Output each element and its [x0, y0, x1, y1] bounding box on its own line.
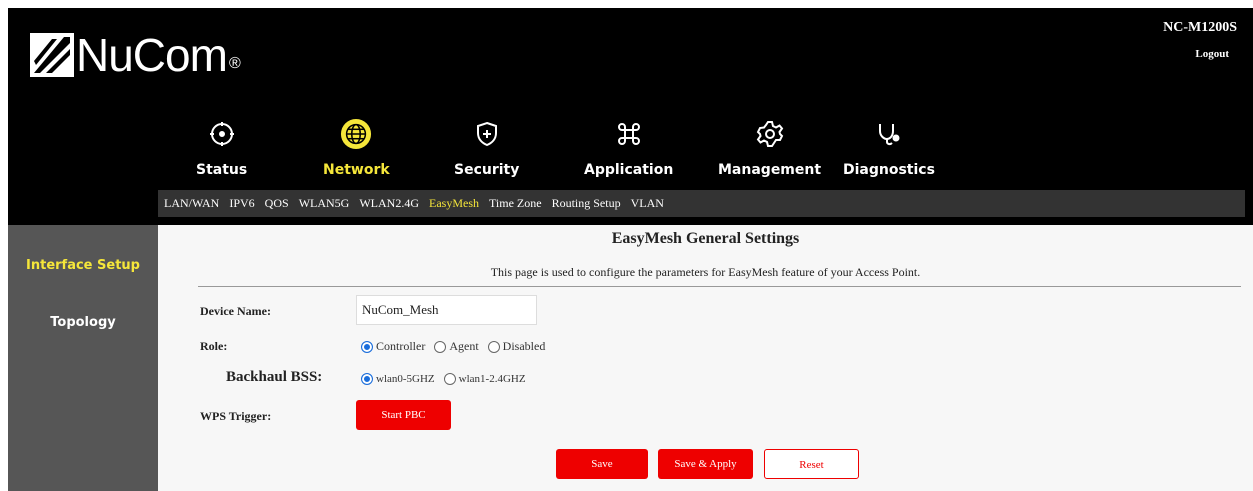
- role-disabled-radio[interactable]: Disabled: [487, 339, 546, 354]
- role-label: Role:: [200, 339, 228, 353]
- nav-status[interactable]: Status: [196, 118, 247, 178]
- header: NuCom ® NC-M1200S Logout Status Network …: [8, 8, 1253, 225]
- role-controller-label: Controller: [376, 339, 426, 353]
- radio-unchecked-icon: [487, 340, 500, 353]
- subnav-vlan[interactable]: VLAN: [631, 196, 664, 211]
- nav-security[interactable]: Security: [454, 118, 519, 178]
- device-name-label: Device Name:: [200, 304, 271, 318]
- divider: [198, 286, 1241, 287]
- shield-plus-icon: [471, 118, 503, 150]
- save-button[interactable]: Save: [556, 449, 648, 479]
- nav-application[interactable]: Application: [584, 118, 673, 178]
- save-apply-button[interactable]: Save & Apply: [658, 449, 753, 479]
- wps-trigger-label: WPS Trigger:: [200, 409, 272, 423]
- reset-button[interactable]: Reset: [764, 449, 859, 479]
- radio-checked-icon: [361, 373, 373, 385]
- logo-mark-icon: [30, 33, 74, 77]
- backhaul-radio-group: wlan0-5GHZ wlan1-2.4GHZ: [361, 373, 535, 385]
- device-name-input[interactable]: [356, 295, 537, 325]
- subnav-lan-wan[interactable]: LAN/WAN: [164, 196, 219, 211]
- role-controller-radio[interactable]: Controller: [361, 339, 425, 354]
- globe-icon: [340, 118, 372, 150]
- nav-network[interactable]: Network: [323, 118, 390, 178]
- subnav-routing-setup[interactable]: Routing Setup: [552, 196, 621, 211]
- gear-icon: [754, 118, 786, 150]
- registered-mark: ®: [228, 55, 241, 72]
- sub-nav: LAN/WAN IPV6 QOS WLAN5G WLAN2.4G EasyMes…: [158, 190, 1245, 217]
- sidebar-item-interface-setup[interactable]: Interface Setup: [8, 258, 158, 273]
- role-agent-radio[interactable]: Agent: [434, 339, 479, 354]
- sidebar: Interface Setup Topology: [8, 225, 158, 491]
- backhaul-wlan1-radio[interactable]: wlan1-2.4GHZ: [443, 373, 526, 385]
- start-pbc-button[interactable]: Start PBC: [356, 400, 451, 430]
- role-agent-label: Agent: [449, 339, 479, 353]
- nav-management[interactable]: Management: [718, 118, 821, 178]
- nav-security-label: Security: [454, 162, 520, 178]
- nucom-logo: NuCom ®: [30, 29, 241, 81]
- page-description: This page is used to configure the param…: [490, 265, 921, 279]
- nav-diagnostics-label: Diagnostics: [843, 162, 935, 178]
- backhaul-wlan0-radio[interactable]: wlan0-5GHZ: [361, 373, 435, 385]
- radio-unchecked-icon: [434, 340, 447, 353]
- backhaul-wlan0-label: wlan0-5GHZ: [376, 373, 435, 385]
- logout-link[interactable]: Logout: [1195, 48, 1229, 60]
- subnav-wlan5g[interactable]: WLAN5G: [299, 196, 350, 211]
- nav-network-label: Network: [323, 162, 390, 178]
- backhaul-bss-label: Backhaul BSS:: [226, 369, 323, 385]
- device-model: NC-M1200S: [1163, 20, 1237, 35]
- radio-checked-icon: [361, 340, 373, 353]
- sidebar-item-topology[interactable]: Topology: [8, 315, 158, 330]
- nav-application-label: Application: [584, 162, 674, 178]
- role-disabled-label: Disabled: [502, 339, 546, 353]
- subnav-time-zone[interactable]: Time Zone: [489, 196, 542, 211]
- radio-unchecked-icon: [443, 373, 456, 385]
- status-crosshair-icon: [206, 118, 238, 150]
- stethoscope-icon: [873, 118, 905, 150]
- subnav-ipv6[interactable]: IPV6: [229, 196, 254, 211]
- main-content: EasyMesh General Settings This page is u…: [158, 225, 1253, 491]
- subnav-wlan24g[interactable]: WLAN2.4G: [359, 196, 419, 211]
- page-title: EasyMesh General Settings: [611, 230, 800, 247]
- role-radio-group: Controller Agent Disabled: [361, 339, 554, 354]
- command-icon: [613, 118, 645, 150]
- nav-status-label: Status: [196, 162, 248, 178]
- subnav-qos[interactable]: QOS: [265, 196, 289, 211]
- nav-diagnostics[interactable]: Diagnostics: [843, 118, 935, 178]
- brand-name: NuCom: [76, 29, 228, 81]
- subnav-easymesh[interactable]: EasyMesh: [429, 196, 479, 211]
- backhaul-wlan1-label: wlan1-2.4GHZ: [458, 373, 526, 385]
- nav-management-label: Management: [718, 162, 822, 178]
